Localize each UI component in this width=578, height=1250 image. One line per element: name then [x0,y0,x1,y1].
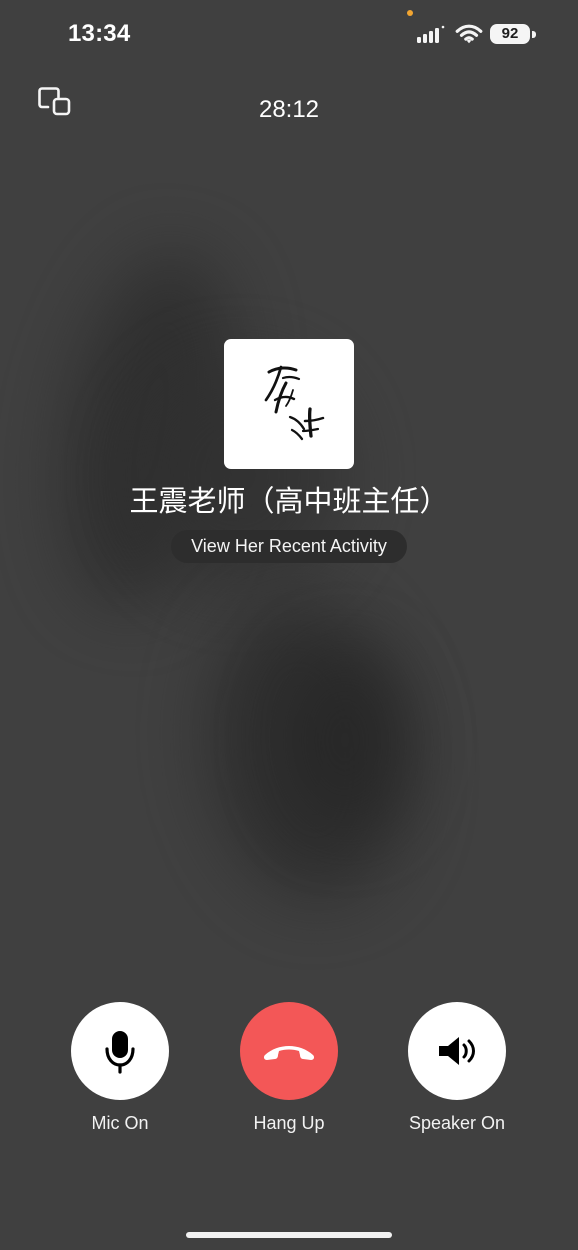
home-indicator [186,1232,392,1238]
calligraphy-avatar-icon [264,365,325,441]
contact-avatar [224,339,354,469]
voice-call-screen: 13:34 92 28:12 王震老师（高中班主任） View Her Rece… [0,0,578,1250]
call-duration: 28:12 [258,96,320,123]
speaker-control: Speaker On [407,1002,507,1132]
call-controls: Mic On Hang Up Speaker On [0,1002,578,1152]
hang-up-label: Hang Up [253,1113,325,1133]
battery-level: 92 [501,25,519,42]
status-bar: 13:34 92 [0,0,578,70]
wifi-icon [455,24,483,44]
signal-icon [417,25,445,43]
battery-tip [532,31,536,38]
hangup-control: Hang Up [239,1002,339,1132]
mic-label: Mic On [91,1113,149,1133]
mic-control: Mic On [70,1002,170,1132]
speaker-icon [439,1037,475,1065]
status-time: 13:34 [68,20,131,47]
microphone-icon [105,1031,135,1074]
hang-up-button[interactable] [240,1002,338,1100]
view-recent-activity-button[interactable]: View Her Recent Activity [171,530,407,563]
blurred-background-shape [285,650,405,830]
privacy-indicator-dot [407,10,413,16]
speaker-button[interactable] [408,1002,506,1100]
mic-button[interactable] [71,1002,169,1100]
speaker-label: Speaker On [408,1113,506,1133]
contact-name: 王震老师（高中班主任） [129,484,449,518]
battery-icon: 92 [490,24,536,46]
phone-hangup-icon [263,1046,315,1060]
